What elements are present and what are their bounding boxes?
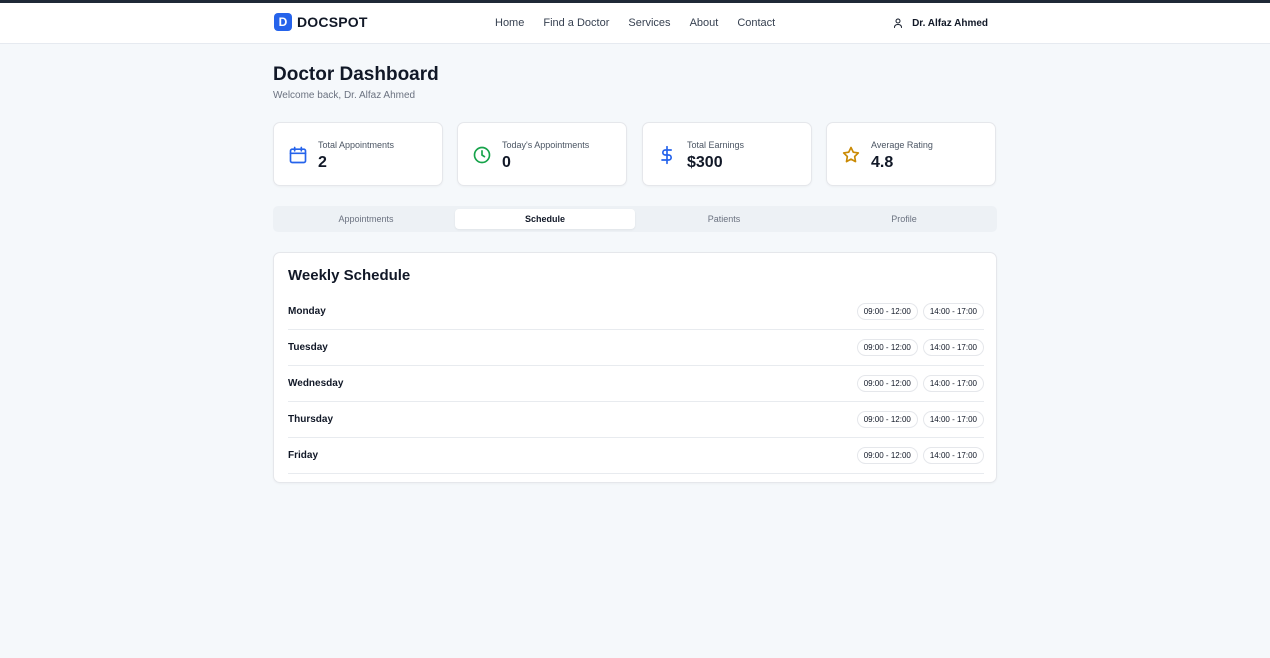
- time-slot-badge: 14:00 - 17:00: [922, 447, 984, 464]
- brand-logo[interactable]: D DOCSPOT: [274, 13, 368, 31]
- clock-icon: [473, 146, 491, 164]
- time-slot-badge: 09:00 - 12:00: [856, 447, 918, 464]
- time-slot-badge: 14:00 - 17:00: [922, 303, 984, 320]
- schedule-row-friday: Friday 09:00 - 12:00 14:00 - 17:00: [288, 438, 984, 474]
- stat-label: Average Rating: [871, 140, 933, 150]
- user-name: Dr. Alfaz Ahmed: [912, 17, 988, 29]
- page-title: Doctor Dashboard: [273, 64, 439, 85]
- stat-label: Today's Appointments: [502, 140, 590, 150]
- stat-card-total-earnings: Total Earnings $300: [642, 122, 812, 186]
- brand-name: DOCSPOT: [297, 14, 368, 30]
- stats-row: Total Appointments 2 Today's Appointment…: [273, 122, 997, 186]
- day-name: Thursday: [288, 414, 334, 425]
- stat-card-todays-appointments: Today's Appointments 0: [457, 122, 627, 186]
- time-slots: 09:00 - 12:00 14:00 - 17:00: [852, 303, 984, 320]
- schedule-list: Monday 09:00 - 12:00 14:00 - 17:00 Tuesd…: [288, 294, 984, 474]
- time-slot-badge: 14:00 - 17:00: [922, 339, 984, 356]
- stat-label: Total Appointments: [318, 140, 395, 150]
- time-slots: 09:00 - 12:00 14:00 - 17:00: [852, 339, 984, 356]
- stat-value: 0: [502, 154, 511, 171]
- main-nav: Home Find a Doctor Services About Contac…: [495, 17, 775, 29]
- time-slots: 09:00 - 12:00 14:00 - 17:00: [852, 447, 984, 464]
- dollar-icon: [661, 145, 672, 165]
- time-slot-badge: 09:00 - 12:00: [856, 411, 918, 428]
- user-icon: [894, 18, 903, 28]
- tab-schedule[interactable]: Schedule: [455, 209, 635, 229]
- time-slot-badge: 09:00 - 12:00: [856, 303, 918, 320]
- weekly-schedule-card: Weekly Schedule Monday 09:00 - 12:00 14:…: [273, 252, 997, 483]
- nav-link-contact[interactable]: Contact: [737, 17, 775, 29]
- tab-patients[interactable]: Patients: [634, 209, 814, 229]
- star-icon: [842, 146, 860, 163]
- time-slot-badge: 09:00 - 12:00: [856, 375, 918, 392]
- day-name: Wednesday: [288, 378, 344, 389]
- nav-link-home[interactable]: Home: [495, 17, 524, 29]
- tab-profile[interactable]: Profile: [814, 209, 994, 229]
- stat-value: 2: [318, 154, 327, 171]
- dashboard-tabs: Appointments Schedule Patients Profile: [273, 206, 997, 232]
- page-subtitle: Welcome back, Dr. Alfaz Ahmed: [273, 90, 416, 101]
- schedule-row-tuesday: Tuesday 09:00 - 12:00 14:00 - 17:00: [288, 330, 984, 366]
- time-slot-badge: 14:00 - 17:00: [922, 411, 984, 428]
- stat-value: $300: [687, 154, 723, 171]
- stat-value: 4.8: [871, 154, 894, 171]
- time-slots: 09:00 - 12:00 14:00 - 17:00: [852, 411, 984, 428]
- logo-badge-icon: D: [274, 13, 292, 31]
- schedule-row-wednesday: Wednesday 09:00 - 12:00 14:00 - 17:00: [288, 366, 984, 402]
- schedule-row-monday: Monday 09:00 - 12:00 14:00 - 17:00: [288, 294, 984, 330]
- day-name: Friday: [288, 450, 319, 461]
- nav-link-find-a-doctor[interactable]: Find a Doctor: [543, 17, 609, 29]
- top-navbar: D DOCSPOT Home Find a Doctor Services Ab…: [0, 3, 1270, 44]
- stat-label: Total Earnings: [687, 140, 745, 150]
- stat-card-total-appointments: Total Appointments 2: [273, 122, 443, 186]
- day-name: Monday: [288, 306, 326, 317]
- time-slot-badge: 14:00 - 17:00: [922, 375, 984, 392]
- time-slots: 09:00 - 12:00 14:00 - 17:00: [852, 375, 984, 392]
- calendar-icon: [289, 146, 307, 164]
- tab-appointments[interactable]: Appointments: [276, 209, 456, 229]
- schedule-title: Weekly Schedule: [288, 267, 411, 284]
- nav-link-about[interactable]: About: [690, 17, 719, 29]
- day-name: Tuesday: [288, 342, 328, 353]
- time-slot-badge: 09:00 - 12:00: [856, 339, 918, 356]
- nav-link-services[interactable]: Services: [628, 17, 670, 29]
- stat-card-average-rating: Average Rating 4.8: [826, 122, 996, 186]
- schedule-row-thursday: Thursday 09:00 - 12:00 14:00 - 17:00: [288, 402, 984, 438]
- user-menu[interactable]: Dr. Alfaz Ahmed: [892, 17, 988, 29]
